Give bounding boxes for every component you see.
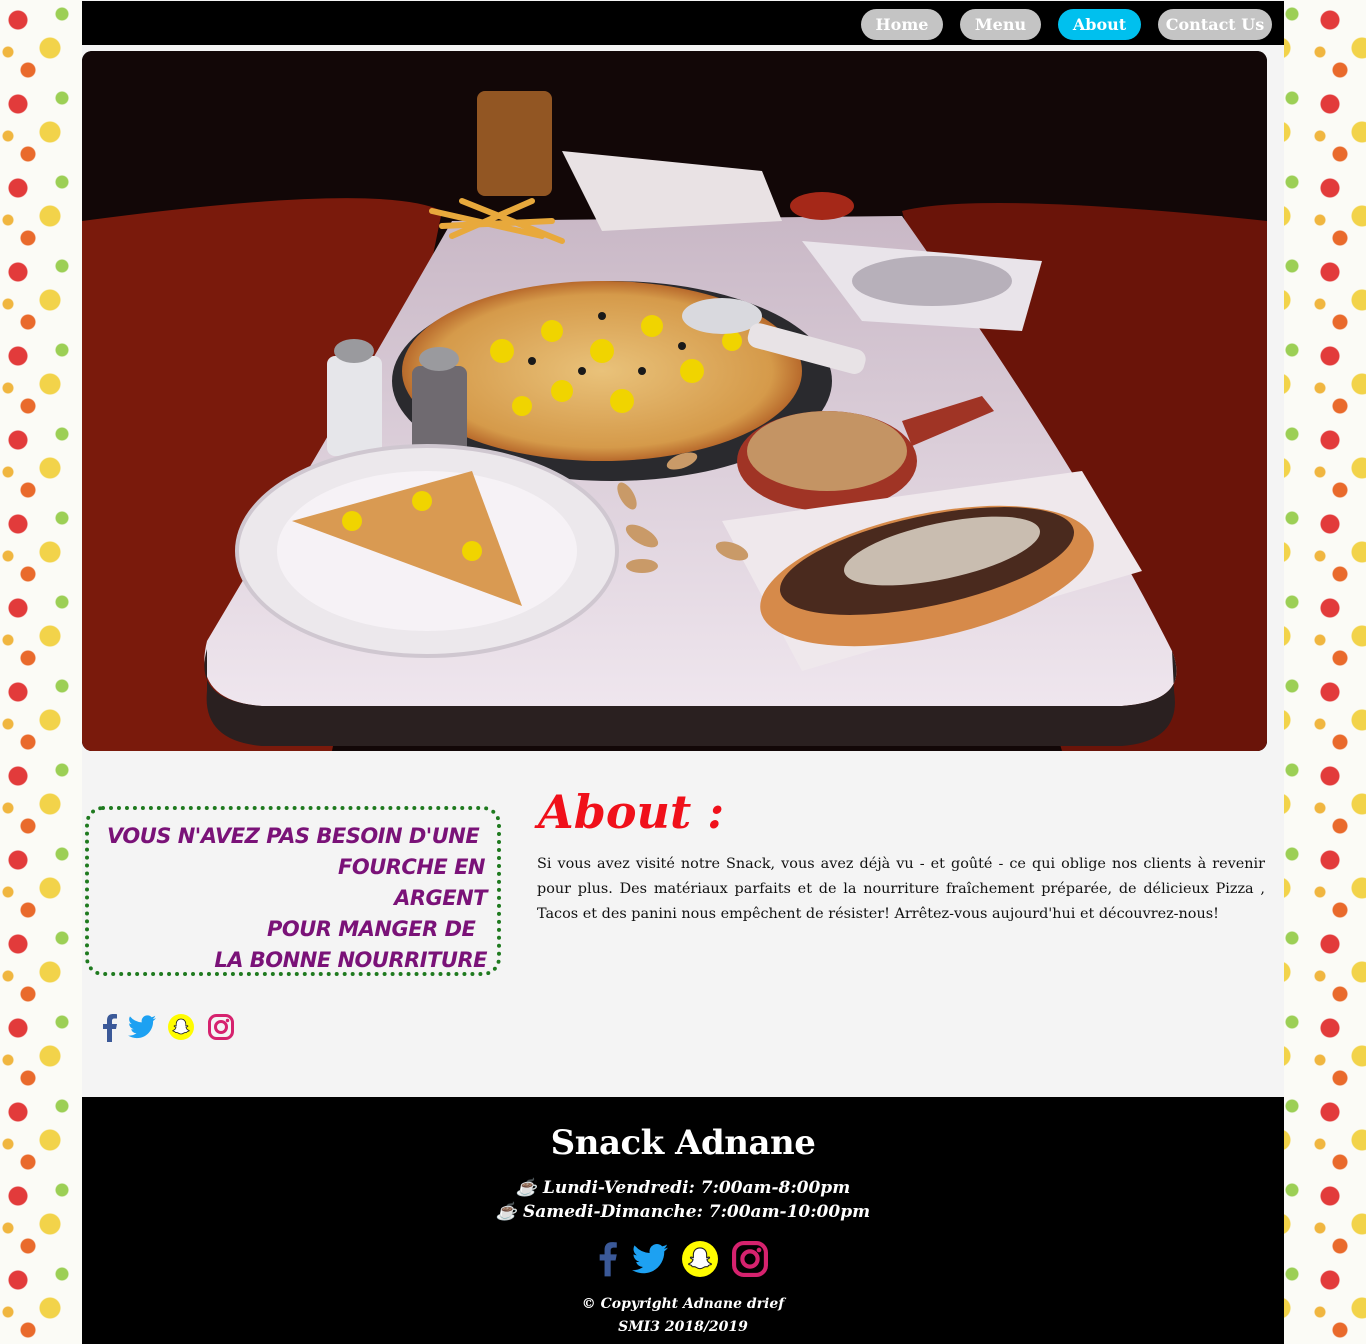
twitter-icon[interactable] xyxy=(128,1014,156,1044)
quote-line: ARGENT xyxy=(394,886,487,910)
instagram-icon[interactable] xyxy=(732,1241,768,1281)
footer-social-links xyxy=(596,1239,776,1279)
about-title: About : xyxy=(538,785,725,839)
nav-contact-button[interactable]: Contact Us xyxy=(1158,9,1272,40)
quote-line: POUR MANGER DE xyxy=(267,917,476,941)
snapchat-icon[interactable] xyxy=(682,1241,718,1281)
facebook-icon[interactable] xyxy=(596,1239,618,1281)
quote-line: FOURCHE EN xyxy=(338,855,485,879)
copyright: © Copyright Adnane drief xyxy=(581,1296,785,1312)
snapchat-icon[interactable] xyxy=(168,1014,194,1044)
hours-weekday: ☕ Lundi-Vendredi: 7:00am-8:00pm xyxy=(515,1178,851,1198)
quote-box: VOUS N'AVEZ PAS BESOIN D'UNE FOURCHE EN … xyxy=(85,806,501,976)
hours-weekend: ☕ Samedi-Dimanche: 7:00am-10:00pm xyxy=(495,1202,871,1222)
navbar: Home Menu About Contact Us xyxy=(82,1,1284,45)
quote-line: VOUS N'AVEZ PAS BESOIN D'UNE xyxy=(107,824,480,848)
page-container: Home Menu About Contact Us VOUS N'AVEZ P… xyxy=(82,0,1284,1344)
facebook-icon[interactable] xyxy=(100,1012,118,1046)
nav-menu-button[interactable]: Menu xyxy=(960,9,1041,40)
footer: Snack Adnane ☕ Lundi-Vendredi: 7:00am-8:… xyxy=(82,1097,1284,1344)
about-text: Si vous avez visité notre Snack, vous av… xyxy=(537,856,1265,922)
quote-line: LA BONNE NOURRITURE xyxy=(214,948,487,972)
nav-home-button[interactable]: Home xyxy=(861,9,943,40)
footer-brand: Snack Adnane xyxy=(550,1123,816,1163)
twitter-icon[interactable] xyxy=(632,1243,668,1279)
instagram-icon[interactable] xyxy=(208,1014,234,1044)
hero-food-image xyxy=(82,51,1267,751)
copyright-class: SMI3 2018/2019 xyxy=(618,1319,748,1335)
nav-about-button[interactable]: About xyxy=(1058,9,1141,40)
